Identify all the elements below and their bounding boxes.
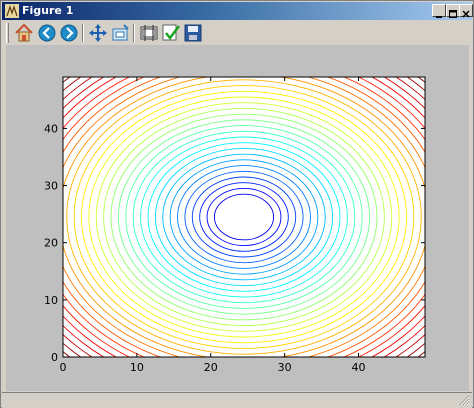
- y-tick-label: 20: [44, 237, 58, 250]
- x-tick-label: 30: [278, 361, 292, 374]
- edit-icon[interactable]: [161, 23, 181, 43]
- maximize-button[interactable]: [446, 4, 460, 18]
- x-tick-label: 20: [204, 361, 218, 374]
- title-bar[interactable]: Figure 1: [2, 2, 473, 20]
- y-tick-label: 0: [51, 351, 58, 364]
- y-tick-label: 30: [44, 180, 58, 193]
- plot-background: [63, 77, 425, 357]
- minimize-button[interactable]: [432, 4, 446, 18]
- app-icon: [5, 4, 19, 18]
- y-tick-label: 10: [44, 294, 58, 307]
- minimize-icon: [436, 16, 442, 18]
- save-icon[interactable]: [183, 23, 203, 43]
- toolbar: [2, 21, 472, 45]
- toolbar-separator: [133, 24, 135, 42]
- forward-icon[interactable]: [59, 23, 79, 43]
- figure-canvas[interactable]: 0 10 20 30 40 0 10 20 30 40: [6, 45, 469, 391]
- toolbar-grip[interactable]: [6, 23, 9, 43]
- close-button[interactable]: [459, 4, 473, 18]
- y-tick-label: 40: [44, 122, 58, 135]
- back-icon[interactable]: [37, 23, 57, 43]
- zoom-icon[interactable]: [110, 23, 130, 43]
- x-tick-label: 10: [130, 361, 144, 374]
- close-icon: [462, 10, 470, 18]
- x-tick-label: 0: [60, 361, 67, 374]
- window-title: Figure 1: [22, 4, 74, 17]
- subplots-icon[interactable]: [139, 23, 159, 43]
- toolbar-separator: [82, 24, 84, 42]
- status-bar: [2, 392, 472, 408]
- pan-icon[interactable]: [88, 23, 108, 43]
- home-icon[interactable]: [14, 23, 34, 43]
- contour-chart[interactable]: 0 10 20 30 40 0 10 20 30 40: [6, 45, 469, 391]
- resize-grip-icon[interactable]: [459, 395, 470, 406]
- maximize-icon: [449, 10, 457, 18]
- x-tick-label: 40: [352, 361, 366, 374]
- figure-window: Figure 1 0 10 20 30 40 0 10 20 30 40: [0, 0, 474, 408]
